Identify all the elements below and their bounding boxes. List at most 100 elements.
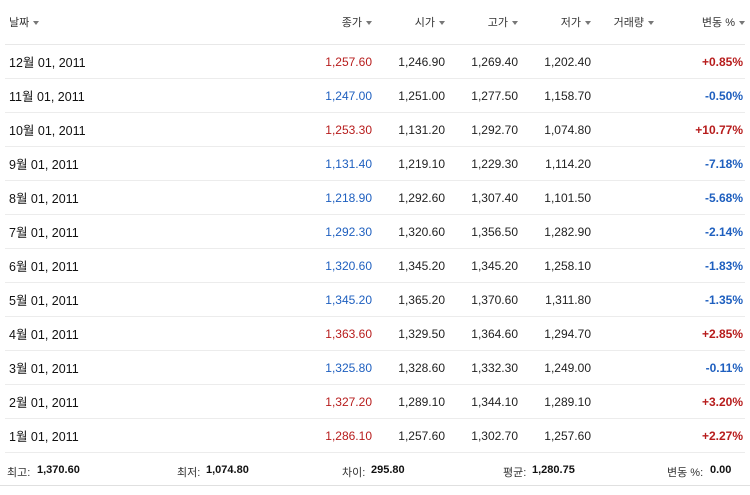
cell-volume bbox=[591, 418, 654, 453]
column-header-date[interactable]: 날짜 bbox=[5, 0, 255, 45]
table-row[interactable]: 5월 01, 2011 1,345.20 1,365.20 1,370.60 1,311… bbox=[5, 282, 745, 317]
cell-open: 1,289.10 bbox=[372, 384, 445, 419]
table-row[interactable]: 9월 01, 2011 1,131.40 1,219.10 1,229.30 1,114… bbox=[5, 146, 745, 181]
summary-diff-label: 차이: bbox=[342, 467, 366, 479]
cell-volume bbox=[591, 248, 654, 283]
cell-change: -1.35% bbox=[654, 282, 745, 317]
cell-low: 1,101.50 bbox=[518, 180, 591, 215]
cell-volume bbox=[591, 112, 654, 147]
column-header-high[interactable]: 고가 bbox=[445, 0, 518, 45]
column-header-volume[interactable]: 거래량 bbox=[591, 0, 654, 45]
cell-open: 1,345.20 bbox=[372, 248, 445, 283]
cell-low: 1,294.70 bbox=[518, 316, 591, 351]
table-row[interactable]: 2월 01, 2011 1,327.20 1,289.10 1,344.10 1,289… bbox=[5, 384, 745, 419]
cell-date: 5월 01, 2011 bbox=[5, 282, 255, 317]
cell-high: 1,345.20 bbox=[445, 248, 518, 283]
cell-high: 1,269.40 bbox=[445, 44, 518, 79]
cell-date: 2월 01, 2011 bbox=[5, 384, 255, 419]
cell-date: 7월 01, 2011 bbox=[5, 214, 255, 249]
cell-change: +0.85% bbox=[654, 44, 745, 79]
caret-down-icon bbox=[739, 21, 745, 26]
cell-low: 1,114.20 bbox=[518, 146, 591, 181]
cell-low: 1,282.90 bbox=[518, 214, 591, 249]
cell-high: 1,307.40 bbox=[445, 180, 518, 215]
cell-change: +10.77% bbox=[654, 112, 745, 147]
cell-open: 1,365.20 bbox=[372, 282, 445, 317]
cell-open: 1,328.60 bbox=[372, 350, 445, 385]
cell-date: 8월 01, 2011 bbox=[5, 180, 255, 215]
cell-volume bbox=[591, 384, 654, 419]
caret-down-icon bbox=[439, 21, 445, 26]
cell-low: 1,257.60 bbox=[518, 418, 591, 453]
cell-volume bbox=[591, 44, 654, 79]
table-row[interactable]: 3월 01, 2011 1,325.80 1,328.60 1,332.30 1,249… bbox=[5, 350, 745, 385]
cell-high: 1,302.70 bbox=[445, 418, 518, 453]
table-row[interactable]: 1월 01, 2011 1,286.10 1,257.60 1,302.70 1,257… bbox=[5, 418, 745, 453]
cell-high: 1,277.50 bbox=[445, 78, 518, 113]
cell-change: -0.50% bbox=[654, 78, 745, 113]
cell-close: 1,253.30 bbox=[255, 112, 372, 147]
cell-open: 1,219.10 bbox=[372, 146, 445, 181]
cell-open: 1,251.00 bbox=[372, 78, 445, 113]
table-row[interactable]: 7월 01, 2011 1,292.30 1,320.60 1,356.50 1,282… bbox=[5, 214, 745, 249]
cell-close: 1,363.60 bbox=[255, 316, 372, 351]
table-row[interactable]: 8월 01, 2011 1,218.90 1,292.60 1,307.40 1,101… bbox=[5, 180, 745, 215]
cell-change: +2.85% bbox=[654, 316, 745, 351]
column-header-close[interactable]: 종가 bbox=[255, 0, 372, 45]
cell-date: 10월 01, 2011 bbox=[5, 112, 255, 147]
caret-down-icon bbox=[33, 21, 40, 26]
cell-open: 1,131.20 bbox=[372, 112, 445, 147]
cell-volume bbox=[591, 214, 654, 249]
caret-down-icon bbox=[648, 21, 654, 26]
cell-low: 1,074.80 bbox=[518, 112, 591, 147]
cell-volume bbox=[591, 282, 654, 317]
cell-date: 6월 01, 2011 bbox=[5, 248, 255, 283]
summary-bar: 최고: 1,370.60 최저: 1,074.80 차이: 295.80 평균:… bbox=[0, 457, 750, 486]
cell-change: -0.11% bbox=[654, 350, 745, 385]
cell-high: 1,332.30 bbox=[445, 350, 518, 385]
column-header-open[interactable]: 시가 bbox=[372, 0, 445, 45]
summary-low-value: 1,074.80 bbox=[206, 464, 249, 476]
cell-low: 1,202.40 bbox=[518, 44, 591, 79]
table-body: 12월 01, 2011 1,257.60 1,246.90 1,269.40 1,20… bbox=[5, 44, 745, 453]
cell-volume bbox=[591, 316, 654, 351]
historical-data-table: 날짜 종가 시가 고가 저가 거래량 변동 % 12월 01, 2011 1,25… bbox=[5, 0, 745, 453]
cell-close: 1,292.30 bbox=[255, 214, 372, 249]
cell-high: 1,229.30 bbox=[445, 146, 518, 181]
summary-avg-value: 1,280.75 bbox=[532, 464, 575, 476]
column-header-low[interactable]: 저가 bbox=[518, 0, 591, 45]
summary-low-label: 최저: bbox=[177, 467, 201, 479]
table-row[interactable]: 11월 01, 2011 1,247.00 1,251.00 1,277.50 1,15… bbox=[5, 78, 745, 113]
cell-volume bbox=[591, 78, 654, 113]
cell-close: 1,325.80 bbox=[255, 350, 372, 385]
cell-low: 1,289.10 bbox=[518, 384, 591, 419]
table-row[interactable]: 6월 01, 2011 1,320.60 1,345.20 1,345.20 1,258… bbox=[5, 248, 745, 283]
summary-change-label: 변동 %: bbox=[667, 467, 704, 479]
cell-change: -7.18% bbox=[654, 146, 745, 181]
cell-close: 1,286.10 bbox=[255, 418, 372, 453]
summary-high-value: 1,370.60 bbox=[37, 464, 80, 476]
cell-close: 1,247.00 bbox=[255, 78, 372, 113]
table-row[interactable]: 12월 01, 2011 1,257.60 1,246.90 1,269.40 1,20… bbox=[5, 44, 745, 79]
table-header: 날짜 종가 시가 고가 저가 거래량 변동 % bbox=[5, 0, 745, 45]
cell-low: 1,311.80 bbox=[518, 282, 591, 317]
cell-change: -5.68% bbox=[654, 180, 745, 215]
cell-close: 1,327.20 bbox=[255, 384, 372, 419]
cell-close: 1,320.60 bbox=[255, 248, 372, 283]
cell-high: 1,344.10 bbox=[445, 384, 518, 419]
caret-down-icon bbox=[366, 21, 372, 26]
summary-avg-label: 평균: bbox=[503, 467, 527, 479]
cell-low: 1,258.10 bbox=[518, 248, 591, 283]
cell-high: 1,356.50 bbox=[445, 214, 518, 249]
table-row[interactable]: 10월 01, 2011 1,253.30 1,131.20 1,292.70 1,07… bbox=[5, 112, 745, 147]
column-header-change[interactable]: 변동 % bbox=[654, 0, 745, 45]
table-row[interactable]: 4월 01, 2011 1,363.60 1,329.50 1,364.60 1,294… bbox=[5, 316, 745, 351]
cell-high: 1,364.60 bbox=[445, 316, 518, 351]
cell-date: 3월 01, 2011 bbox=[5, 350, 255, 385]
cell-open: 1,246.90 bbox=[372, 44, 445, 79]
cell-open: 1,292.60 bbox=[372, 180, 445, 215]
cell-open: 1,329.50 bbox=[372, 316, 445, 351]
summary-change-value: 0.00 bbox=[710, 464, 732, 476]
cell-date: 4월 01, 2011 bbox=[5, 316, 255, 351]
cell-date: 9월 01, 2011 bbox=[5, 146, 255, 181]
